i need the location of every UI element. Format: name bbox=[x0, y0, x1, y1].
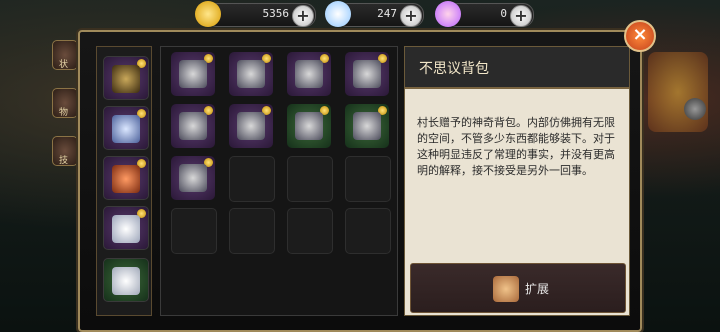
side-tab-status[interactable]: 状 bbox=[52, 40, 78, 70]
side-tab-label: 状 bbox=[59, 60, 69, 70]
bag-slot[interactable] bbox=[345, 104, 389, 148]
shoulder-armor-icon bbox=[295, 60, 323, 88]
add-orb-button[interactable]: + bbox=[510, 5, 532, 27]
bag-slot[interactable] bbox=[229, 156, 275, 202]
orb-counter: 0 + bbox=[435, 1, 534, 27]
bag-slot[interactable] bbox=[287, 156, 333, 202]
bag-slot[interactable] bbox=[345, 52, 389, 96]
bag-slot[interactable] bbox=[345, 208, 391, 254]
black-helmet-icon bbox=[179, 60, 207, 88]
item-title: 不思议背包 bbox=[419, 61, 489, 77]
bag-slot[interactable] bbox=[171, 156, 215, 200]
gold-value: 5356 bbox=[262, 7, 290, 20]
bracelet-icon bbox=[237, 112, 265, 140]
bag-slot[interactable] bbox=[229, 104, 273, 148]
crystal-counter: 247 + bbox=[325, 1, 424, 27]
equipped-slot-armor[interactable] bbox=[103, 106, 149, 150]
orb-value: 0 bbox=[500, 7, 507, 20]
equipped-slot-crown[interactable] bbox=[103, 206, 149, 250]
bag-expand-icon bbox=[493, 276, 519, 302]
gold-helmet-icon bbox=[237, 60, 265, 88]
armor-chest-icon bbox=[112, 115, 140, 143]
add-crystal-button[interactable]: + bbox=[400, 5, 422, 27]
expand-button[interactable]: 扩展 bbox=[410, 263, 626, 313]
bag-slot[interactable] bbox=[229, 208, 275, 254]
side-tab-label: 物 bbox=[59, 108, 69, 118]
bag-slot[interactable] bbox=[287, 104, 331, 148]
equipped-slot-gauntlet[interactable] bbox=[103, 156, 149, 200]
lantern-icon bbox=[179, 164, 207, 192]
orb-icon bbox=[435, 1, 461, 27]
bag-slot[interactable] bbox=[171, 104, 215, 148]
add-gold-button[interactable]: + bbox=[292, 5, 314, 27]
detail-header: 不思议背包 bbox=[405, 47, 629, 89]
belt-icon bbox=[179, 112, 207, 140]
gear-icon[interactable] bbox=[684, 98, 706, 120]
crown-icon bbox=[112, 215, 140, 243]
side-tab-items[interactable]: 物 bbox=[52, 88, 78, 118]
gold-coin-icon bbox=[195, 1, 221, 27]
equipped-slot-helmet[interactable] bbox=[103, 56, 149, 100]
equipped-slot-boots[interactable] bbox=[103, 258, 149, 302]
side-tab-skills[interactable]: 技 bbox=[52, 136, 78, 166]
bag-slot[interactable] bbox=[287, 208, 333, 254]
gauntlet-icon bbox=[112, 165, 140, 193]
bag-slot[interactable] bbox=[287, 52, 331, 96]
dark-helmet-icon bbox=[112, 65, 140, 93]
bag-slot[interactable] bbox=[171, 208, 217, 254]
bag-slot[interactable] bbox=[229, 52, 273, 96]
crystal-icon bbox=[325, 1, 351, 27]
right-decoration bbox=[648, 52, 708, 132]
item-description: 村长赠予的神奇背包。内部仿佛拥有无限的空间，不管多少东西都能够装下。对于这种明显… bbox=[417, 116, 615, 177]
boots-icon bbox=[112, 267, 140, 295]
gauntlet-icon bbox=[353, 60, 381, 88]
bag-slot[interactable] bbox=[171, 52, 215, 96]
gold-counter: 5356 + bbox=[195, 1, 316, 27]
gold-ring-icon bbox=[353, 112, 381, 140]
side-tab-label: 技 bbox=[59, 156, 69, 166]
crystal-value: 247 bbox=[377, 7, 397, 20]
expand-label: 扩展 bbox=[525, 282, 550, 296]
close-button[interactable]: × bbox=[624, 20, 656, 52]
purple-ring-icon bbox=[295, 112, 323, 140]
bag-slot[interactable] bbox=[345, 156, 391, 202]
